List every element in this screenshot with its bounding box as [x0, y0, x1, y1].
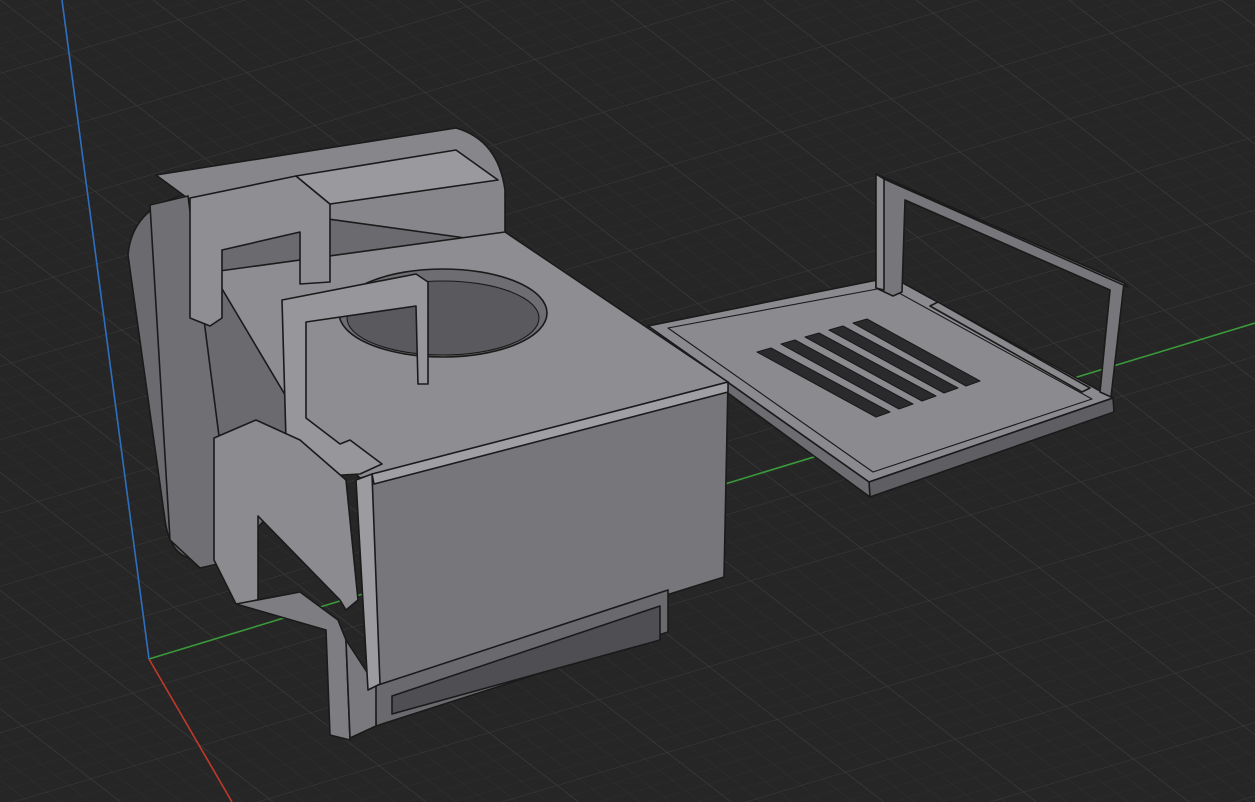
3d-viewport[interactable] — [0, 0, 1255, 802]
scene-canvas[interactable] — [0, 0, 1255, 802]
